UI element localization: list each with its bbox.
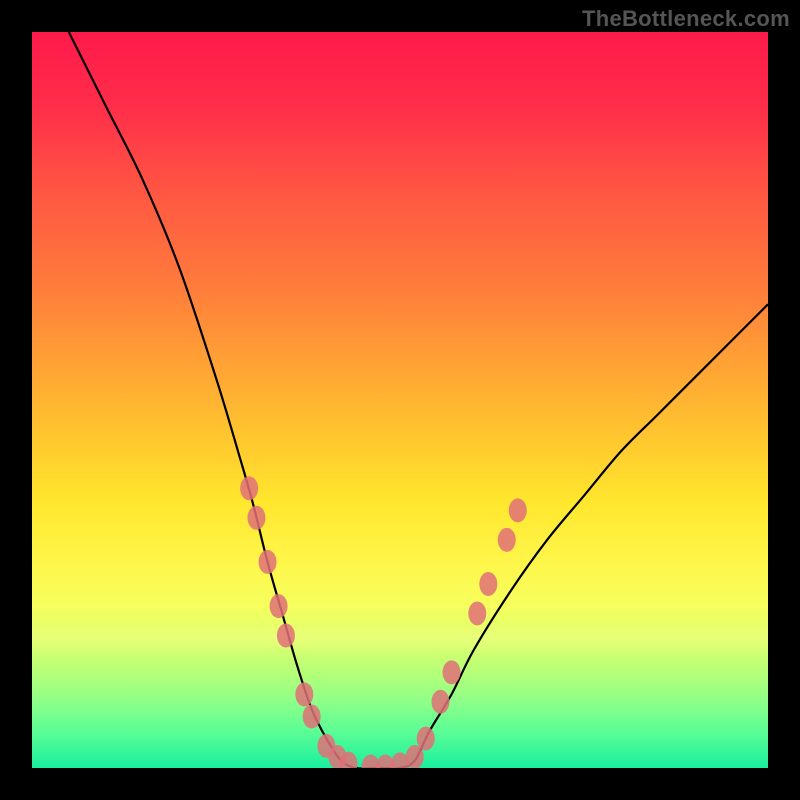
marker-point — [479, 572, 497, 596]
marker-point — [498, 528, 516, 552]
marker-point — [259, 550, 277, 574]
marker-point — [431, 690, 449, 714]
bottleneck-curve — [69, 32, 768, 768]
marker-point — [240, 476, 258, 500]
chart-frame: TheBottleneck.com — [0, 0, 800, 800]
marker-point — [417, 727, 435, 751]
marker-point — [247, 506, 265, 530]
marker-point — [277, 624, 295, 648]
marker-point — [303, 704, 321, 728]
marker-point — [509, 498, 527, 522]
marker-point — [468, 601, 486, 625]
curve-layer — [32, 32, 768, 768]
plot-area — [32, 32, 768, 768]
marker-point — [443, 660, 461, 684]
watermark-text: TheBottleneck.com — [582, 6, 790, 32]
marker-point — [295, 682, 313, 706]
marker-group — [240, 476, 527, 768]
marker-point — [270, 594, 288, 618]
